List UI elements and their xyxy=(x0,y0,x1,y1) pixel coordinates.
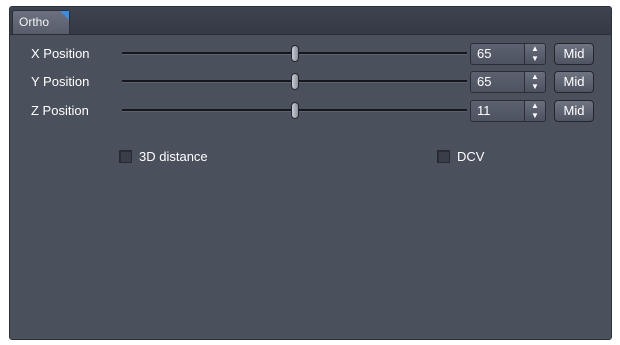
z-position-mid-button[interactable]: Mid xyxy=(554,100,594,122)
chevron-down-icon[interactable]: ▼ xyxy=(525,54,545,64)
options-row: 3D distance DCV xyxy=(10,149,611,171)
tab-ortho-label: Ortho xyxy=(19,15,50,29)
tab-ortho[interactable]: Ortho xyxy=(12,10,70,34)
x-position-row: X Position 65 ▲ ▼ Mid xyxy=(10,43,611,65)
dcv-label: DCV xyxy=(457,149,485,164)
x-position-slider-thumb[interactable] xyxy=(291,45,299,62)
y-position-stepper[interactable]: ▲ ▼ xyxy=(524,72,545,92)
chevron-up-icon[interactable]: ▲ xyxy=(525,101,545,111)
z-position-stepper[interactable]: ▲ ▼ xyxy=(524,101,545,121)
x-position-mid-button[interactable]: Mid xyxy=(554,43,594,65)
y-position-slider[interactable] xyxy=(122,71,467,93)
x-position-value[interactable]: 65 xyxy=(471,44,524,64)
ortho-controls: X Position 65 ▲ ▼ Mid Y Position 65 ▲ ▼ … xyxy=(10,35,611,339)
chevron-up-icon[interactable]: ▲ xyxy=(525,72,545,82)
dcv-checkbox[interactable] xyxy=(437,150,450,163)
dcv-option[interactable]: DCV xyxy=(437,149,484,165)
z-position-slider[interactable] xyxy=(122,100,467,122)
3d-distance-checkbox[interactable] xyxy=(119,150,132,163)
y-position-spinbox[interactable]: 65 ▲ ▼ xyxy=(470,71,546,93)
x-position-label: X Position xyxy=(31,46,90,61)
y-position-value[interactable]: 65 xyxy=(471,72,524,92)
3d-distance-label: 3D distance xyxy=(139,149,208,164)
chevron-down-icon[interactable]: ▼ xyxy=(525,82,545,92)
tab-bar: Ortho xyxy=(10,7,611,35)
z-position-label: Z Position xyxy=(31,103,89,118)
y-position-mid-button[interactable]: Mid xyxy=(554,71,594,93)
x-position-spinbox[interactable]: 65 ▲ ▼ xyxy=(470,43,546,65)
chevron-down-icon[interactable]: ▼ xyxy=(525,111,545,121)
3d-distance-option[interactable]: 3D distance xyxy=(119,149,208,165)
ortho-panel: Ortho X Position 65 ▲ ▼ Mid Y Position 6… xyxy=(9,6,612,340)
z-position-slider-thumb[interactable] xyxy=(291,102,299,119)
x-position-stepper[interactable]: ▲ ▼ xyxy=(524,44,545,64)
z-position-value[interactable]: 11 xyxy=(471,101,524,121)
z-position-spinbox[interactable]: 11 ▲ ▼ xyxy=(470,100,546,122)
z-position-row: Z Position 11 ▲ ▼ Mid xyxy=(10,100,611,122)
tab-corner-marker xyxy=(60,11,69,20)
chevron-up-icon[interactable]: ▲ xyxy=(525,44,545,54)
y-position-slider-thumb[interactable] xyxy=(291,73,299,90)
x-position-slider[interactable] xyxy=(122,43,467,65)
y-position-row: Y Position 65 ▲ ▼ Mid xyxy=(10,71,611,93)
y-position-label: Y Position xyxy=(31,74,90,89)
